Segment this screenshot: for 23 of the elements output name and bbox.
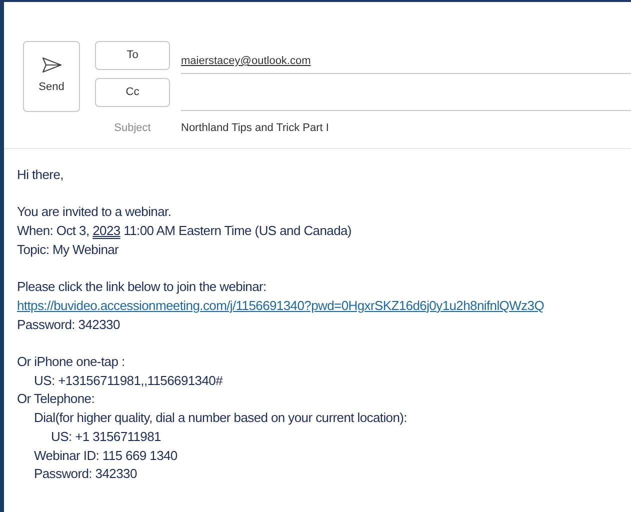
message-line: US: +13156711981,,1156691340# [34,372,223,390]
subject-field[interactable]: Northland Tips and Trick Part I [181,120,329,136]
message-line: Please click the link below to join the webinar: [17,278,266,296]
meeting-link[interactable]: https://buvideo.accessionmeeting.com/j/1156691340?pwd=0HgxrSKZ16d6j0y1u2h8nifnlQWz3Q [17,298,544,313]
message-line: Or iPhone one-tap : [17,352,125,371]
message-line: Webinar ID: 115 669 1340 [34,446,178,464]
message-line: Password: 342330 [34,465,137,484]
message-line: When: Oct 3, 2023 11:00 AM Eastern Time (US and Canada) [17,222,352,240]
date-link[interactable]: 2023 [92,223,120,238]
to-button[interactable]: To [95,41,170,70]
message-line: Hi there, [17,166,64,184]
message-line: You are invited to a webinar. [17,203,172,222]
to-field[interactable]: maierstacey@outlook.com [181,41,631,74]
send-icon [42,57,62,74]
cc-button[interactable]: Cc [95,78,170,107]
message-line: US: +1 3156711981 [51,428,161,446]
message-line: Topic: My Webinar [17,240,119,259]
message-line: Dial(for higher quality, dial a number based on your current location): [34,409,407,428]
recipient-address[interactable]: maierstacey@outlook.com [181,55,311,67]
message-line: Or Telephone: [17,390,95,408]
send-button[interactable]: Send [23,41,80,112]
message-line: Password: 342330 [17,316,120,334]
subject-label: Subject [113,120,152,136]
